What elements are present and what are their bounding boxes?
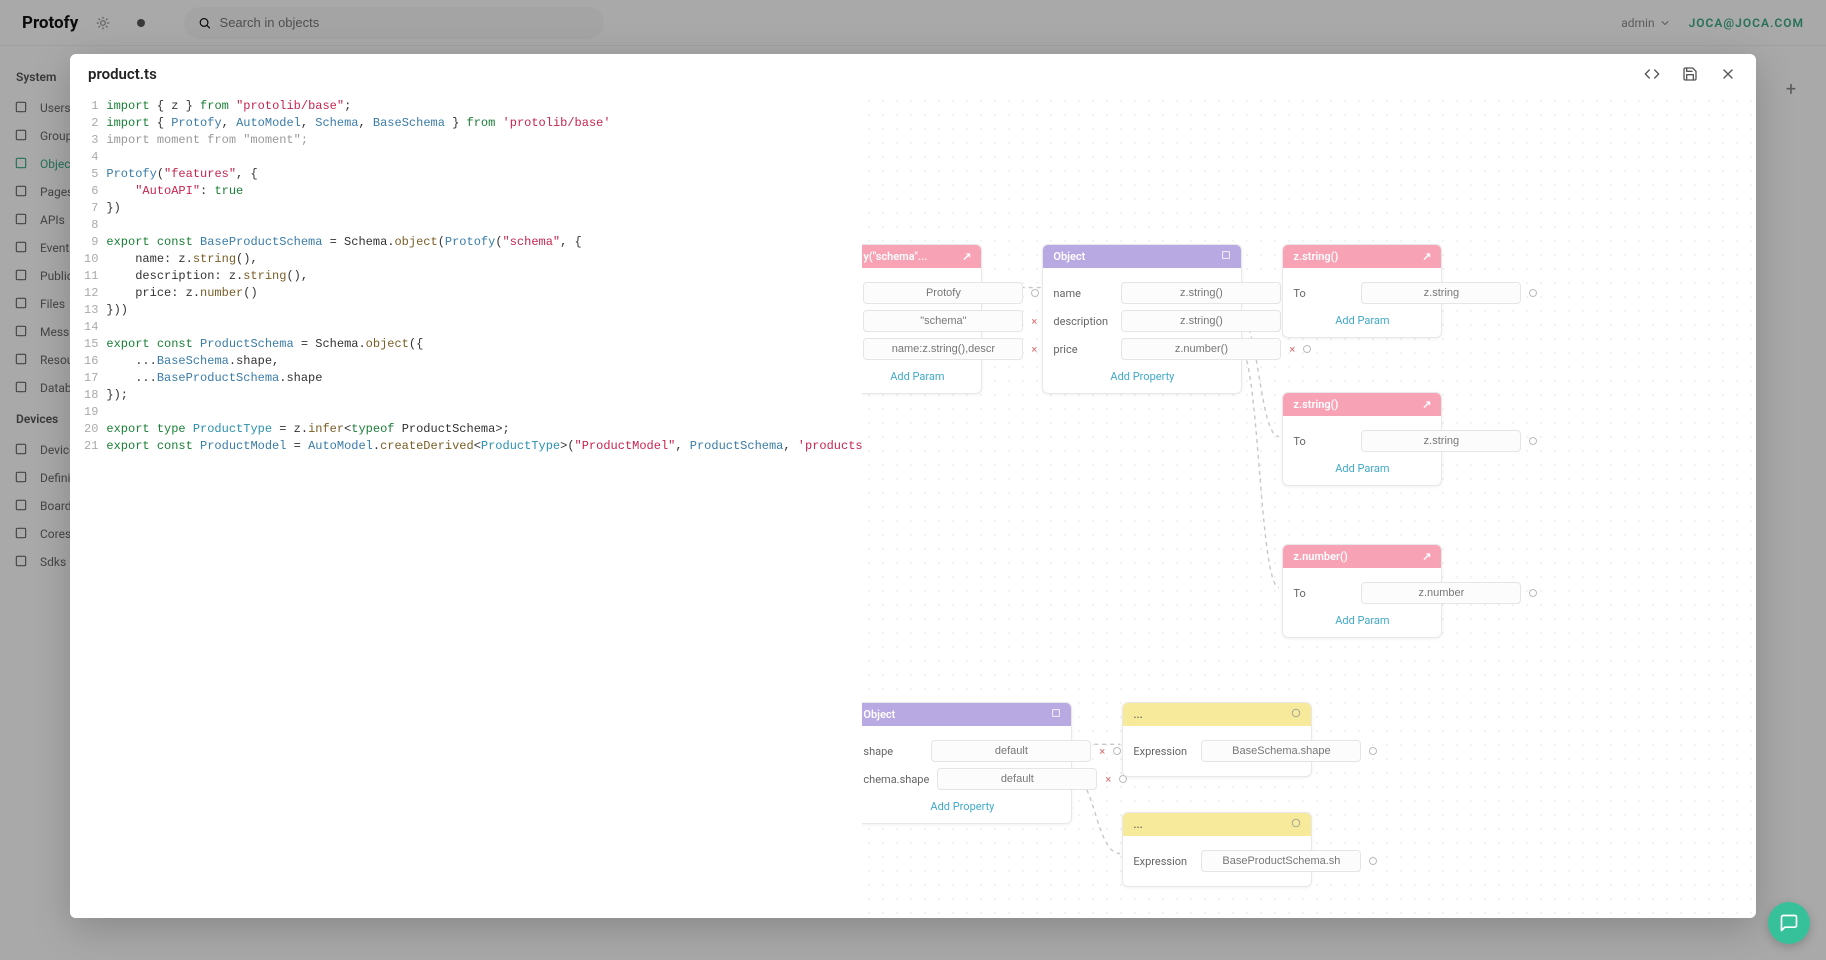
row-input[interactable]	[1361, 582, 1521, 604]
node-row: description×	[1053, 310, 1231, 332]
node-row: To	[1293, 582, 1431, 604]
node-title: Object	[863, 708, 895, 721]
port-icon[interactable]	[1369, 747, 1377, 755]
chat-fab[interactable]	[1768, 902, 1810, 944]
node-row: Expression	[1133, 850, 1301, 872]
code-editor[interactable]: 123456789101112131415161718192021 import…	[70, 94, 862, 918]
node-title: y("schema"...	[863, 250, 927, 263]
save-icon[interactable]	[1680, 64, 1700, 84]
row-label: shape	[863, 745, 923, 758]
close-icon[interactable]	[1718, 64, 1738, 84]
add-row-button[interactable]: Add Param	[1293, 458, 1431, 477]
row-label: name	[1053, 287, 1113, 300]
row-label: To	[1293, 435, 1353, 448]
row-label: To	[1293, 587, 1353, 600]
row-input[interactable]	[863, 338, 1023, 360]
modal-title: product.ts	[88, 65, 157, 83]
node-title: z.number()	[1293, 550, 1347, 563]
row-input[interactable]	[863, 310, 1023, 332]
row-label: To	[1293, 287, 1353, 300]
row-input[interactable]	[937, 768, 1097, 790]
flow-node[interactable]: y("schema"... ↗ × × Add Param	[862, 244, 982, 394]
row-input[interactable]	[1201, 850, 1361, 872]
port-icon[interactable]	[1113, 747, 1121, 755]
expand-icon[interactable]	[1221, 250, 1231, 263]
flow-node[interactable]: ... Expression	[1122, 812, 1312, 887]
row-input[interactable]	[1201, 740, 1361, 762]
code-toggle-icon[interactable]	[1642, 64, 1662, 84]
node-row: shape×	[863, 740, 1061, 762]
node-row: chema.shape×	[863, 768, 1061, 790]
port-icon[interactable]	[1529, 437, 1537, 445]
row-label: Expression	[1133, 745, 1193, 758]
flow-node[interactable]: z.string() ↗ To Add Param	[1282, 244, 1442, 338]
row-input[interactable]	[931, 740, 1091, 762]
node-row: ×	[863, 338, 971, 360]
remove-icon[interactable]: ×	[1289, 343, 1295, 356]
row-label: Expression	[1133, 855, 1193, 868]
node-header[interactable]: z.string() ↗	[1283, 245, 1441, 268]
flow-canvas[interactable]: y("schema"...↗××Add ParamObjectname×desc…	[862, 94, 1756, 918]
add-row-button[interactable]: Add Property	[863, 796, 1061, 815]
add-row-button[interactable]: Add Param	[1293, 610, 1431, 629]
add-row-button[interactable]: Add Param	[1293, 310, 1431, 329]
add-row-button[interactable]: Add Property	[1053, 366, 1231, 385]
node-title: ...	[1133, 708, 1142, 721]
row-input[interactable]	[1361, 430, 1521, 452]
port-icon[interactable]	[1303, 345, 1311, 353]
flow-node[interactable]: z.string() ↗ To Add Param	[1282, 392, 1442, 486]
node-row	[863, 282, 971, 304]
row-input[interactable]	[1361, 282, 1521, 304]
node-row: To	[1293, 430, 1431, 452]
expand-icon[interactable]: ↗	[1422, 550, 1431, 563]
expand-icon[interactable]	[1291, 818, 1301, 831]
node-title: z.string()	[1293, 398, 1338, 411]
remove-icon[interactable]: ×	[1031, 343, 1037, 356]
node-title: z.string()	[1293, 250, 1338, 263]
editor-modal: product.ts 12345678910111213141516171819…	[70, 54, 1756, 918]
row-label: price	[1053, 343, 1113, 356]
flow-node[interactable]: Object shape× chema.shape× Add Property	[862, 702, 1072, 824]
node-row: To	[1293, 282, 1431, 304]
expand-icon[interactable]	[1051, 708, 1061, 721]
node-row: Expression	[1133, 740, 1301, 762]
node-header[interactable]: Object	[862, 703, 1071, 726]
row-input[interactable]	[863, 282, 1023, 304]
node-row: name×	[1053, 282, 1231, 304]
node-header[interactable]: y("schema"... ↗	[862, 245, 981, 268]
flow-node[interactable]: Object name× description× price× Add Propert…	[1042, 244, 1242, 394]
flow-node[interactable]: z.number() ↗ To Add Param	[1282, 544, 1442, 638]
expand-icon[interactable]	[1291, 708, 1301, 721]
node-title: Object	[1053, 250, 1085, 263]
node-header[interactable]: ...	[1123, 813, 1311, 836]
port-icon[interactable]	[1031, 289, 1039, 297]
port-icon[interactable]	[1369, 857, 1377, 865]
row-label: chema.shape	[863, 773, 929, 786]
port-icon[interactable]	[1529, 289, 1537, 297]
expand-icon[interactable]: ↗	[1422, 398, 1431, 411]
expand-icon[interactable]: ↗	[962, 250, 971, 263]
flow-node[interactable]: ... Expression	[1122, 702, 1312, 777]
node-row: price×	[1053, 338, 1231, 360]
node-title: ...	[1133, 818, 1142, 831]
node-header[interactable]: z.string() ↗	[1283, 393, 1441, 416]
row-input[interactable]	[1121, 338, 1281, 360]
node-header[interactable]: z.number() ↗	[1283, 545, 1441, 568]
port-icon[interactable]	[1529, 589, 1537, 597]
row-input[interactable]	[1121, 282, 1281, 304]
row-input[interactable]	[1121, 310, 1281, 332]
add-row-button[interactable]: Add Param	[863, 366, 971, 385]
expand-icon[interactable]: ↗	[1422, 250, 1431, 263]
remove-icon[interactable]: ×	[1099, 745, 1105, 758]
row-label: description	[1053, 315, 1113, 328]
remove-icon[interactable]: ×	[1031, 315, 1037, 328]
remove-icon[interactable]: ×	[1105, 773, 1111, 786]
chat-icon	[1779, 913, 1799, 933]
node-header[interactable]: Object	[1043, 245, 1241, 268]
node-row: ×	[863, 310, 971, 332]
node-header[interactable]: ...	[1123, 703, 1311, 726]
